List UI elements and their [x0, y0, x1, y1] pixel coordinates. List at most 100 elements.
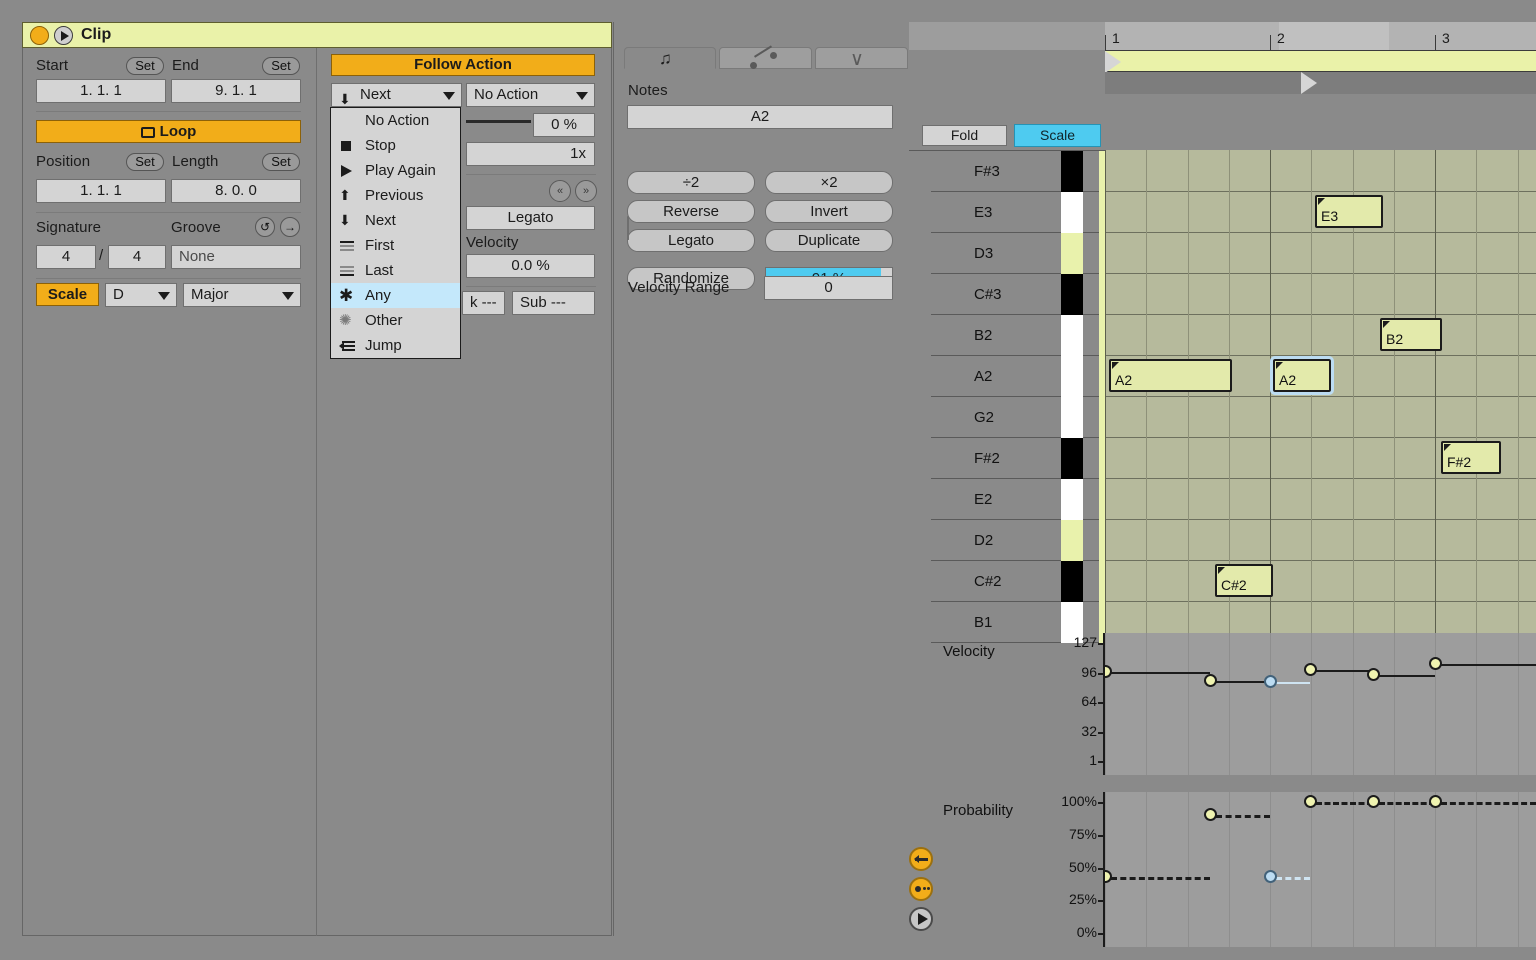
piano-key-surface[interactable]: [1061, 192, 1083, 233]
piano-key-Csharp2[interactable]: C#2: [931, 561, 1105, 602]
duplicate-button[interactable]: Duplicate: [765, 229, 893, 252]
length-set-button[interactable]: Set: [262, 153, 300, 171]
midi-note[interactable]: C#2: [1215, 564, 1273, 597]
lane-value-point[interactable]: [1304, 663, 1317, 676]
piano-key-D2[interactable]: D2: [931, 520, 1105, 561]
follow-action-chance-bar[interactable]: [466, 120, 531, 123]
menu-item-stop[interactable]: Stop: [331, 133, 460, 158]
groove-hotswap-icon[interactable]: ↺: [255, 217, 275, 237]
lane-value-point[interactable]: [1264, 870, 1277, 883]
fold-button[interactable]: Fold: [922, 125, 1007, 146]
scale-name-select[interactable]: Major: [183, 283, 301, 307]
reverse-button[interactable]: Reverse: [627, 200, 755, 223]
midi-note[interactable]: F#2: [1441, 441, 1501, 474]
follow-action-dropdown-menu[interactable]: No Action Stop Play Again ⬆ Previous ⬇ N…: [330, 107, 461, 359]
piano-key-surface[interactable]: [1061, 233, 1083, 274]
clip-play-icon[interactable]: [54, 26, 73, 45]
lane-value-segment[interactable]: [1316, 670, 1373, 672]
duplicate-loop-icon[interactable]: [909, 847, 933, 871]
menu-item-jump[interactable]: Jump: [331, 333, 460, 358]
envelopes-tab[interactable]: [719, 47, 812, 69]
lane-value-segment[interactable]: [1111, 877, 1210, 880]
piano-key-E3[interactable]: E3: [931, 192, 1105, 233]
piano-key-surface[interactable]: [1061, 479, 1083, 520]
lane-value-point[interactable]: [1204, 808, 1217, 821]
notes-tab[interactable]: ♫: [624, 47, 716, 69]
follow-action-header[interactable]: Follow Action: [331, 54, 595, 76]
piano-key-surface[interactable]: [1061, 520, 1083, 561]
length-value-field[interactable]: 8. 0. 0: [171, 179, 301, 203]
chance-dots-icon[interactable]: [909, 877, 933, 901]
lane-value-point[interactable]: [1429, 795, 1442, 808]
midi-note[interactable]: B2: [1380, 318, 1442, 351]
clip-start-marker[interactable]: [1301, 72, 1317, 94]
start-value-field[interactable]: 1. 1. 1: [36, 79, 166, 103]
end-value-field[interactable]: 9. 1. 1: [171, 79, 301, 103]
sub-target-field[interactable]: Sub ---: [512, 291, 595, 315]
lane-value-segment[interactable]: [1216, 815, 1270, 818]
lane-value-segment[interactable]: [1441, 802, 1536, 805]
track-target-field[interactable]: k ---: [462, 291, 505, 315]
groove-value-field[interactable]: None: [171, 245, 301, 269]
position-set-button[interactable]: Set: [126, 153, 164, 171]
groove-commit-icon[interactable]: →: [280, 217, 300, 237]
lane-value-point[interactable]: [1367, 795, 1380, 808]
piano-key-surface[interactable]: [1061, 561, 1083, 602]
piano-key-G2[interactable]: G2: [931, 397, 1105, 438]
follow-action-multiplier-field[interactable]: 1x: [466, 142, 595, 166]
launch-velocity-field[interactable]: 0.0 %: [466, 254, 595, 278]
halve-button[interactable]: ÷2: [627, 171, 755, 194]
menu-item-other[interactable]: ✺ Other: [331, 308, 460, 333]
piano-key-surface[interactable]: [1061, 438, 1083, 479]
piano-key-surface[interactable]: [1061, 315, 1083, 356]
end-set-button[interactable]: Set: [262, 57, 300, 75]
menu-item-next[interactable]: ⬇ Next: [331, 208, 460, 233]
lane-value-segment[interactable]: [1216, 681, 1270, 683]
piano-key-surface[interactable]: [1061, 397, 1083, 438]
lane-value-point[interactable]: [1105, 665, 1112, 678]
follow-action-chance-field[interactable]: 0 %: [533, 113, 595, 137]
loop-toggle-button[interactable]: Loop: [36, 120, 301, 143]
piano-key-B2[interactable]: B2: [931, 315, 1105, 356]
probability-plot[interactable]: [1105, 792, 1536, 947]
clip-color-dot[interactable]: [30, 26, 49, 45]
legato-notes-button[interactable]: Legato: [627, 229, 755, 252]
velocity-plot[interactable]: [1105, 633, 1536, 775]
piano-key-A2[interactable]: A2: [931, 356, 1105, 397]
invert-button[interactable]: Invert: [765, 200, 893, 223]
expression-tab[interactable]: ∨: [815, 47, 908, 69]
lane-value-point[interactable]: [1304, 795, 1317, 808]
menu-item-any[interactable]: ✱ Any: [331, 283, 460, 308]
midi-note[interactable]: A2: [1109, 359, 1232, 392]
lane-value-segment[interactable]: [1111, 672, 1210, 674]
loop-start-marker[interactable]: [1105, 51, 1121, 73]
midi-note[interactable]: E3: [1315, 195, 1383, 228]
menu-item-previous[interactable]: ⬆ Previous: [331, 183, 460, 208]
piano-key-E2[interactable]: E2: [931, 479, 1105, 520]
legato-toggle-button[interactable]: Legato: [466, 206, 595, 230]
piano-key-D3[interactable]: D3: [931, 233, 1105, 274]
lane-value-segment[interactable]: [1379, 675, 1435, 677]
piano-key-Fsharp2[interactable]: F#2: [931, 438, 1105, 479]
menu-item-first[interactable]: First: [331, 233, 460, 258]
lane-value-point[interactable]: [1429, 657, 1442, 670]
lane-value-segment[interactable]: [1276, 682, 1310, 684]
start-set-button[interactable]: Set: [126, 57, 164, 75]
scale-toggle-button[interactable]: Scale: [36, 283, 99, 306]
previous-scene-icon[interactable]: «: [549, 180, 571, 202]
lane-value-segment[interactable]: [1379, 802, 1435, 805]
lane-value-point[interactable]: [1204, 674, 1217, 687]
next-scene-icon[interactable]: »: [575, 180, 597, 202]
signature-numerator-field[interactable]: 4: [36, 245, 96, 269]
velocity-range-field[interactable]: 0: [764, 276, 893, 300]
scale-root-select[interactable]: D: [105, 283, 177, 307]
menu-item-last[interactable]: Last: [331, 258, 460, 283]
lane-value-point[interactable]: [1367, 668, 1380, 681]
selected-note-field[interactable]: A2: [627, 105, 893, 129]
piano-key-Csharp3[interactable]: C#3: [931, 274, 1105, 315]
follow-action-a-select[interactable]: ⬇ Next: [331, 83, 462, 107]
lane-value-segment[interactable]: [1441, 664, 1536, 666]
lane-value-segment[interactable]: [1276, 877, 1310, 880]
piano-keyboard[interactable]: F#3E3D3C#3B2A2G2F#2E2D2C#2B1: [909, 150, 1105, 628]
lane-value-point[interactable]: [1105, 870, 1112, 883]
